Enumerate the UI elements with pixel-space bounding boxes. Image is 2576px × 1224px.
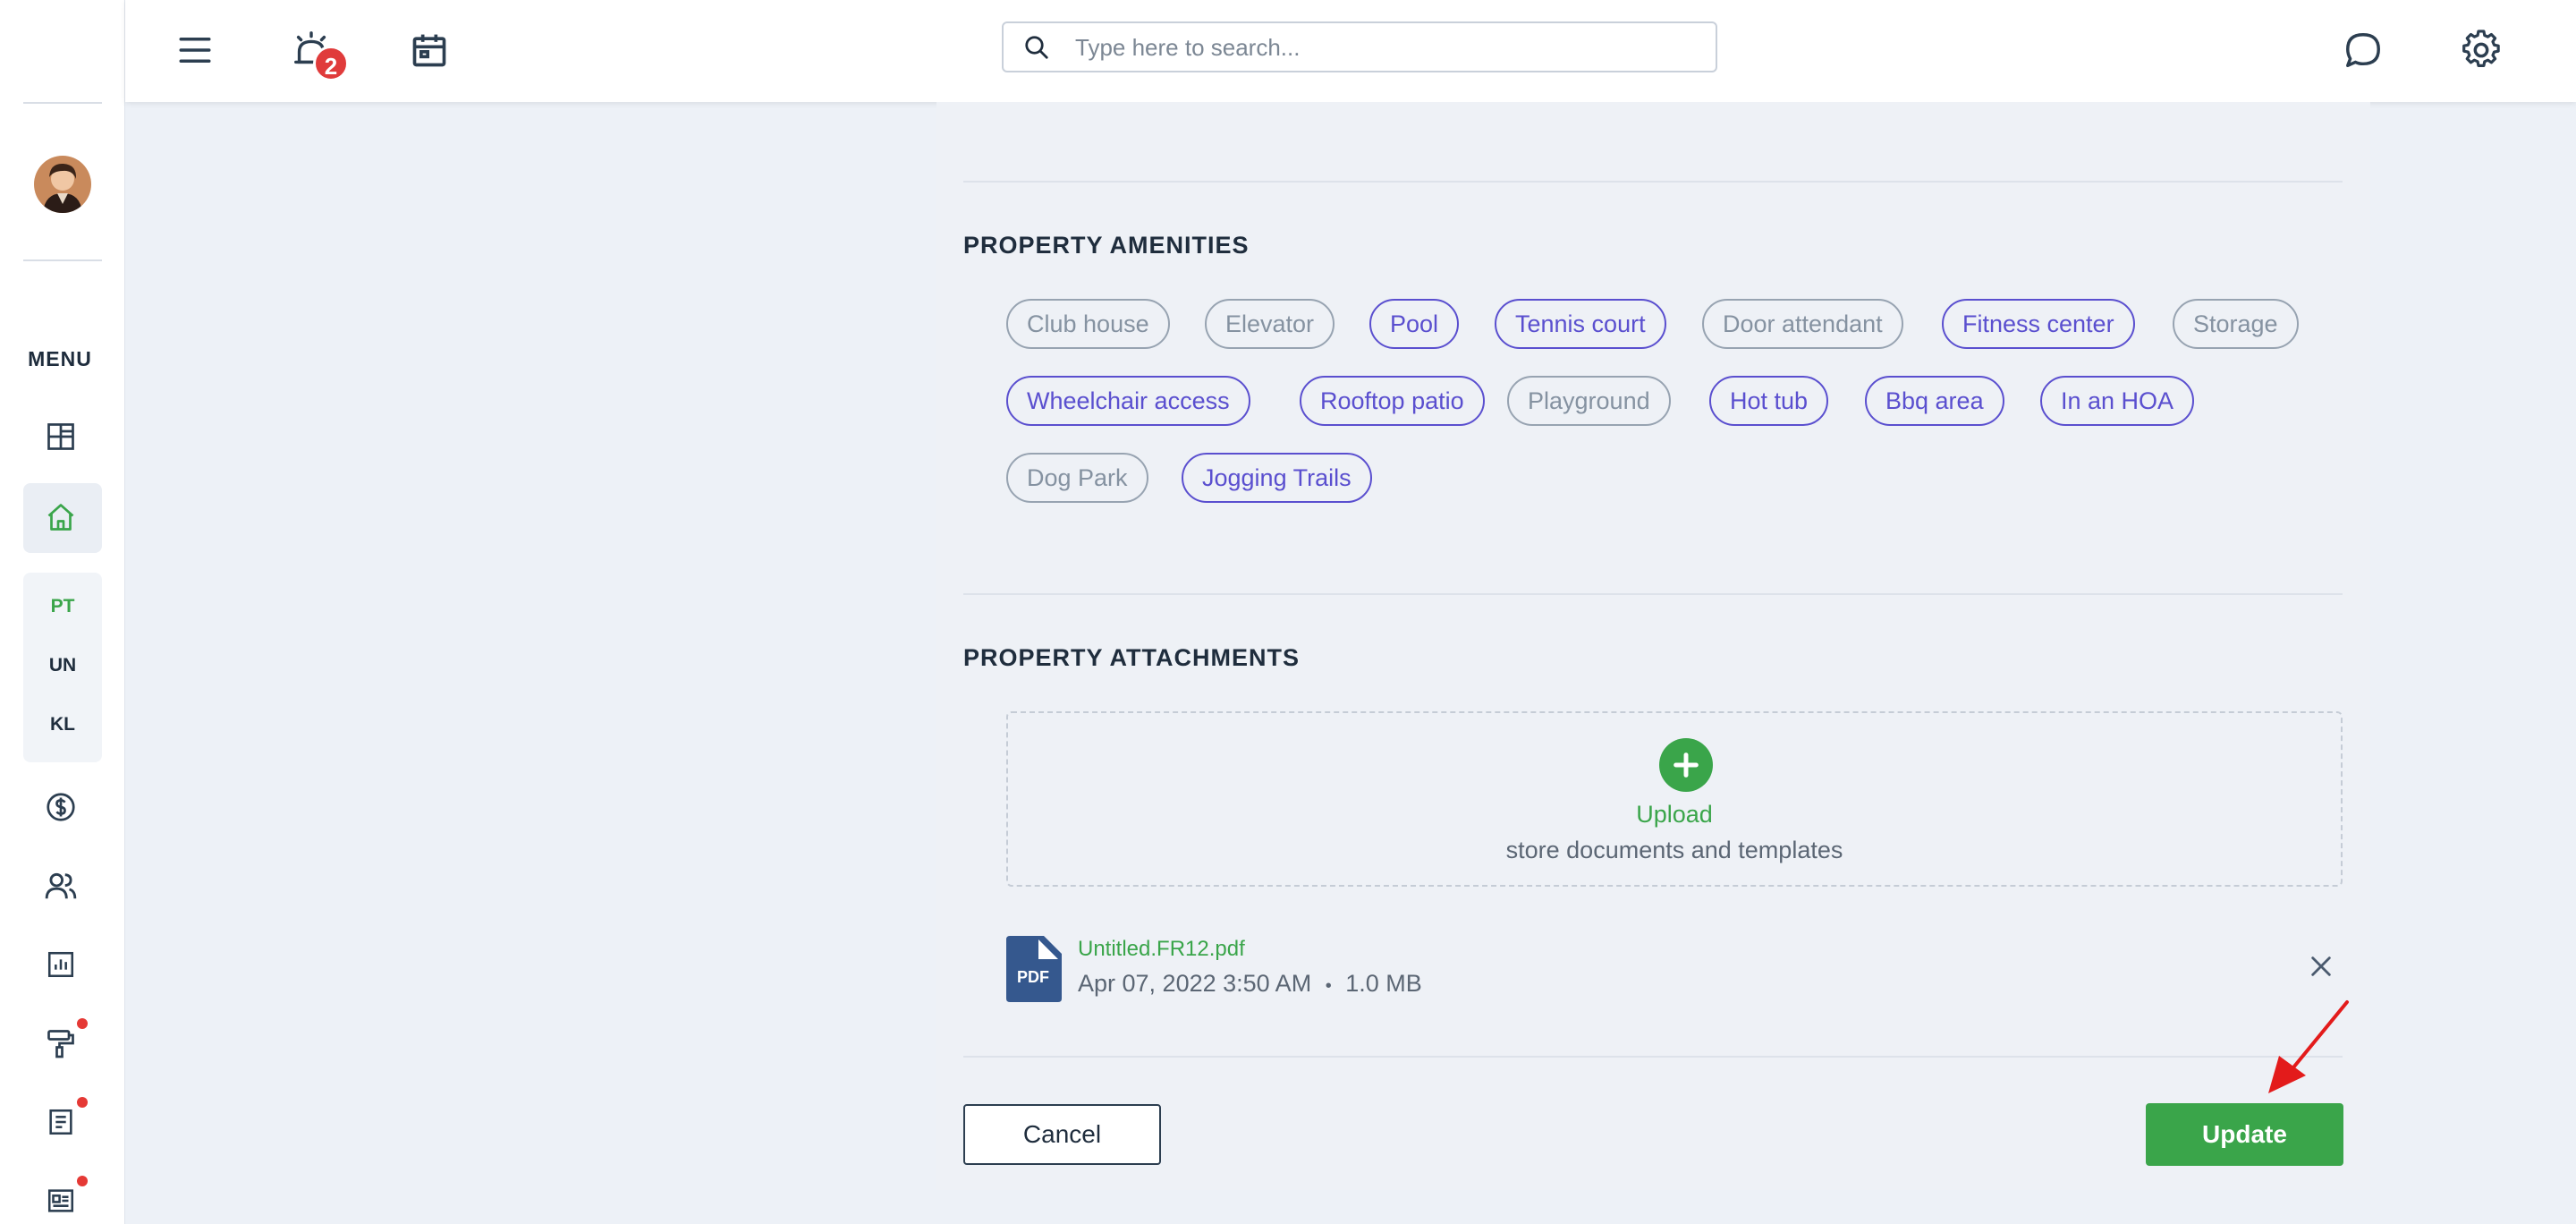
gear-icon[interactable] <box>2458 27 2504 73</box>
section-divider <box>963 181 2343 183</box>
search-box <box>1002 21 1717 72</box>
amenity-chip[interactable]: Fitness center <box>1942 299 2135 349</box>
amenity-chip[interactable]: Storage <box>2173 299 2299 349</box>
users-icon[interactable] <box>41 866 80 905</box>
sidebar-submenu: PT UN KL <box>23 573 102 762</box>
amenity-chip[interactable]: Wheelchair access <box>1006 376 1250 426</box>
calendar-icon[interactable] <box>406 27 453 73</box>
amenity-chip[interactable]: Elevator <box>1205 299 1335 349</box>
pdf-file-icon: PDF <box>1006 936 1062 1002</box>
file-name-link[interactable]: Untitled.FR12.pdf <box>1078 937 1245 962</box>
annotation-arrow-icon <box>2263 997 2352 1100</box>
amenity-chip[interactable]: Hot tub <box>1709 376 1829 426</box>
menu-label: MENU <box>28 347 92 370</box>
sidebar-item-pt[interactable]: PT <box>23 596 102 617</box>
amenity-chip[interactable]: Rooftop patio <box>1300 376 1485 426</box>
file-date: Apr 07, 2022 3:50 AM <box>1078 970 1312 997</box>
file-meta: Apr 07, 2022 3:50 AM • 1.0 MB <box>1078 970 1422 998</box>
news-icon[interactable] <box>41 1181 80 1220</box>
notification-dot <box>77 1018 88 1029</box>
notification-dot <box>77 1097 88 1108</box>
sidebar-item-kl[interactable]: KL <box>23 714 102 735</box>
upload-dropzone[interactable]: Upload store documents and templates <box>1006 711 2343 887</box>
upload-description: store documents and templates <box>1505 837 1843 863</box>
chat-icon[interactable] <box>2340 27 2386 73</box>
documents-icon[interactable] <box>41 1102 80 1142</box>
amenity-chip[interactable]: Club house <box>1006 299 1170 349</box>
reports-icon[interactable] <box>41 945 80 984</box>
sidebar-divider <box>23 259 102 261</box>
plus-icon[interactable] <box>1659 738 1713 792</box>
amenity-chip[interactable]: Playground <box>1507 376 1671 426</box>
amenity-chip[interactable]: Door attendant <box>1702 299 1903 349</box>
cancel-button[interactable]: Cancel <box>963 1104 1161 1165</box>
amenity-chip[interactable]: In an HOA <box>2040 376 2195 426</box>
sidebar-divider <box>23 102 102 104</box>
sidebar-item-un[interactable]: UN <box>23 655 102 676</box>
top-bar: 2 <box>125 0 2576 102</box>
close-icon[interactable] <box>2305 950 2337 982</box>
file-size: 1.0 MB <box>1345 970 1422 997</box>
meta-separator: • <box>1325 976 1332 996</box>
amenities-title: PROPERTY AMENITIES <box>963 232 1250 259</box>
notification-dot <box>77 1176 88 1186</box>
dollar-icon[interactable] <box>41 787 80 827</box>
notification-badge: 2 <box>313 46 349 81</box>
avatar[interactable] <box>34 156 91 213</box>
amenity-chip[interactable]: Pool <box>1369 299 1460 349</box>
maintenance-icon[interactable] <box>41 1024 80 1063</box>
amenity-chip[interactable]: Jogging Trails <box>1182 453 1372 503</box>
property-form-card: PROPERTY AMENITIES Club house Elevator P… <box>936 102 2370 1190</box>
attachments-title: PROPERTY ATTACHMENTS <box>963 644 1301 671</box>
update-button[interactable]: Update <box>2146 1103 2343 1166</box>
amenity-chip[interactable]: Bbq area <box>1865 376 2004 426</box>
amenity-chip[interactable]: Dog Park <box>1006 453 1148 503</box>
upload-label[interactable]: Upload <box>1008 801 2341 829</box>
search-input[interactable] <box>1075 32 1683 63</box>
home-icon[interactable] <box>41 497 80 537</box>
search-icon <box>1023 34 1050 65</box>
sidebar: MENU PT UN KL <box>0 0 125 1224</box>
amenity-chip[interactable]: Tennis court <box>1495 299 1666 349</box>
section-divider <box>963 593 2343 595</box>
hamburger-menu-icon[interactable] <box>172 27 218 73</box>
dashboard-icon[interactable] <box>41 417 80 456</box>
file-type-label: PDF <box>1017 968 1049 986</box>
section-divider <box>963 1056 2343 1058</box>
